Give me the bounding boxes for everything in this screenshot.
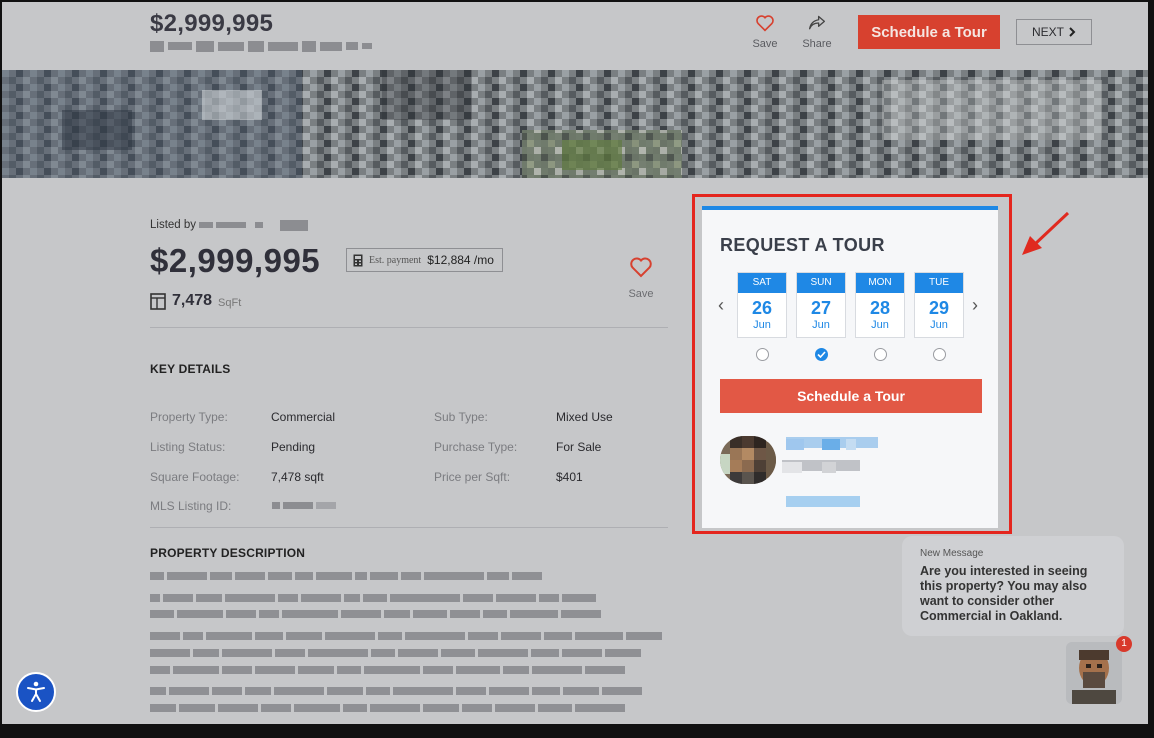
- kd-label: MLS Listing ID:: [150, 499, 232, 513]
- chat-message-text: Are you interested in seeing this proper…: [920, 564, 1088, 623]
- kd-label: Listing Status:: [150, 440, 226, 454]
- request-tour-title: REQUEST A TOUR: [720, 235, 885, 255]
- listing-price: $2,999,995: [150, 242, 321, 279]
- key-details-title: KEY DETAILS: [150, 362, 231, 376]
- hero-photo: [2, 70, 1148, 178]
- kd-value: For Sale: [556, 440, 602, 454]
- request-tour-card: REQUEST A TOUR ‹ › SAT 26 Jun SUN 27 Jun…: [702, 206, 998, 528]
- day-number: 28: [869, 298, 891, 318]
- est-payment-label: Est. payment: [369, 254, 422, 266]
- share-icon: [808, 15, 826, 30]
- day-option-sun[interactable]: SUN 27 Jun: [796, 272, 846, 338]
- day-option-sat[interactable]: SAT 26 Jun: [737, 272, 787, 338]
- chat-agent-avatar[interactable]: [1066, 642, 1122, 704]
- agent-phone-redacted[interactable]: [786, 496, 860, 507]
- header-save-button[interactable]: Save: [743, 14, 787, 50]
- kd-value: Mixed Use: [556, 410, 613, 424]
- agent-company-redacted: [782, 460, 860, 473]
- listing-save-button[interactable]: Save: [616, 256, 666, 300]
- day-number: 29: [928, 298, 950, 318]
- header-address-redacted: [150, 40, 372, 52]
- red-arrow-icon: [1022, 211, 1070, 255]
- accessibility-button[interactable]: [16, 672, 56, 712]
- kd-value: $401: [556, 470, 583, 484]
- accessibility-icon: [27, 681, 45, 702]
- day-of-week: SUN: [797, 273, 845, 293]
- day-radio-sun[interactable]: [815, 348, 828, 361]
- header-price: $2,999,995: [150, 10, 274, 37]
- schedule-tour-button[interactable]: Schedule a Tour: [720, 379, 982, 413]
- chevron-right-icon: [1069, 27, 1076, 37]
- calculator-icon: [353, 254, 363, 266]
- kd-label: Purchase Type:: [434, 440, 518, 454]
- header-schedule-tour-button[interactable]: Schedule a Tour: [858, 15, 1000, 49]
- listing-page: $2,999,995 Save Share Schedule a Tour NE…: [2, 2, 1148, 724]
- day-radio-mon[interactable]: [874, 348, 887, 361]
- est-payment-value: $12,884 /mo: [427, 253, 494, 267]
- divider: [150, 527, 668, 528]
- chat-label: New Message: [920, 548, 984, 559]
- listed-by-label: Listed by: [150, 219, 197, 231]
- day-radio-sat[interactable]: [756, 348, 769, 361]
- listed-by: Listed by: [150, 219, 309, 231]
- heart-icon: [630, 257, 652, 278]
- save-label: Save: [752, 38, 778, 50]
- sqft-value: 7,478: [172, 292, 213, 309]
- sqft-info: 7,478 SqFt: [150, 292, 241, 310]
- day-month: Jun: [871, 319, 889, 331]
- day-of-week: SAT: [738, 273, 786, 293]
- day-option-tue[interactable]: TUE 29 Jun: [914, 272, 964, 338]
- next-label: NEXT: [1031, 25, 1064, 39]
- header-share-button[interactable]: Share: [795, 14, 839, 50]
- day-number: 27: [810, 298, 832, 318]
- day-of-week: TUE: [915, 273, 963, 293]
- day-option-mon[interactable]: MON 28 Jun: [855, 272, 905, 338]
- kd-label: Sub Type:: [434, 410, 488, 424]
- est-payment-box[interactable]: Est. payment $12,884 /mo: [346, 248, 503, 272]
- sqft-unit: SqFt: [218, 296, 242, 309]
- share-label: Share: [802, 38, 832, 50]
- day-month: Jun: [753, 319, 771, 331]
- window-bottom-bar: [0, 724, 1154, 738]
- chat-message-bubble[interactable]: New Message Are you interested in seeing…: [902, 536, 1124, 636]
- day-radio-tue[interactable]: [933, 348, 946, 361]
- agent-name-redacted: [786, 437, 878, 450]
- next-button[interactable]: NEXT: [1016, 19, 1092, 45]
- chevron-right-icon[interactable]: ›: [972, 295, 978, 316]
- agent-avatar: [720, 436, 776, 484]
- heart-icon: [756, 15, 774, 32]
- save-label: Save: [628, 288, 654, 300]
- property-description-title: PROPERTY DESCRIPTION: [150, 546, 306, 560]
- kd-value: Commercial: [271, 410, 336, 424]
- floorplan-icon: [150, 292, 166, 310]
- chevron-left-icon[interactable]: ‹: [718, 295, 724, 316]
- kd-value: 7,478 sqft: [271, 470, 324, 484]
- chat-notification-badge: 1: [1116, 636, 1132, 652]
- check-icon: [817, 351, 826, 358]
- day-month: Jun: [930, 319, 948, 331]
- kd-label: Property Type:: [150, 410, 228, 424]
- day-of-week: MON: [856, 273, 904, 293]
- day-number: 26: [751, 298, 773, 318]
- day-month: Jun: [812, 319, 830, 331]
- divider: [150, 327, 668, 328]
- kd-label: Square Footage:: [150, 470, 240, 484]
- kd-value: Pending: [271, 440, 316, 454]
- mls-id-redacted: [272, 502, 336, 509]
- kd-label: Price per Sqft:: [434, 470, 511, 484]
